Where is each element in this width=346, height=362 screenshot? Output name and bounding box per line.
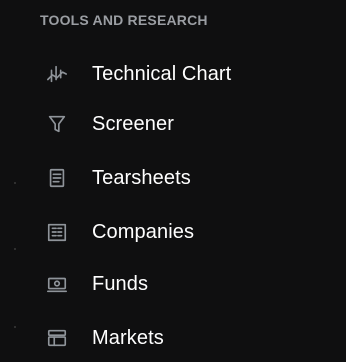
menu-item-companies[interactable]: Companies	[0, 208, 320, 256]
filter-icon	[46, 113, 68, 135]
menu-item-screener[interactable]: Screener	[0, 100, 320, 148]
menu-item-label: Funds	[92, 272, 149, 295]
menu-item-markets[interactable]: Markets	[0, 314, 320, 362]
menu-item-technical-chart[interactable]: Technical Chart	[0, 50, 320, 98]
edge-dot	[14, 326, 16, 328]
document-icon	[46, 167, 68, 189]
edge-dot	[14, 182, 16, 184]
menu-item-label: Technical Chart	[92, 62, 232, 85]
menu-item-label: Screener	[92, 112, 174, 135]
menu-item-label: Tearsheets	[92, 166, 191, 189]
building-icon	[46, 221, 68, 243]
menu-item-tearsheets[interactable]: Tearsheets	[0, 154, 320, 202]
market-icon	[46, 327, 68, 349]
technical-chart-icon	[46, 63, 68, 85]
tools-research-panel: TOOLS AND RESEARCH Technical Chart Scree…	[0, 0, 346, 354]
section-title: TOOLS AND RESEARCH	[40, 12, 208, 28]
money-icon	[46, 273, 68, 295]
edge-dot	[14, 248, 16, 250]
menu-item-label: Companies	[92, 220, 195, 243]
menu-item-funds[interactable]: Funds	[0, 260, 320, 308]
menu-item-label: Markets	[92, 326, 164, 349]
